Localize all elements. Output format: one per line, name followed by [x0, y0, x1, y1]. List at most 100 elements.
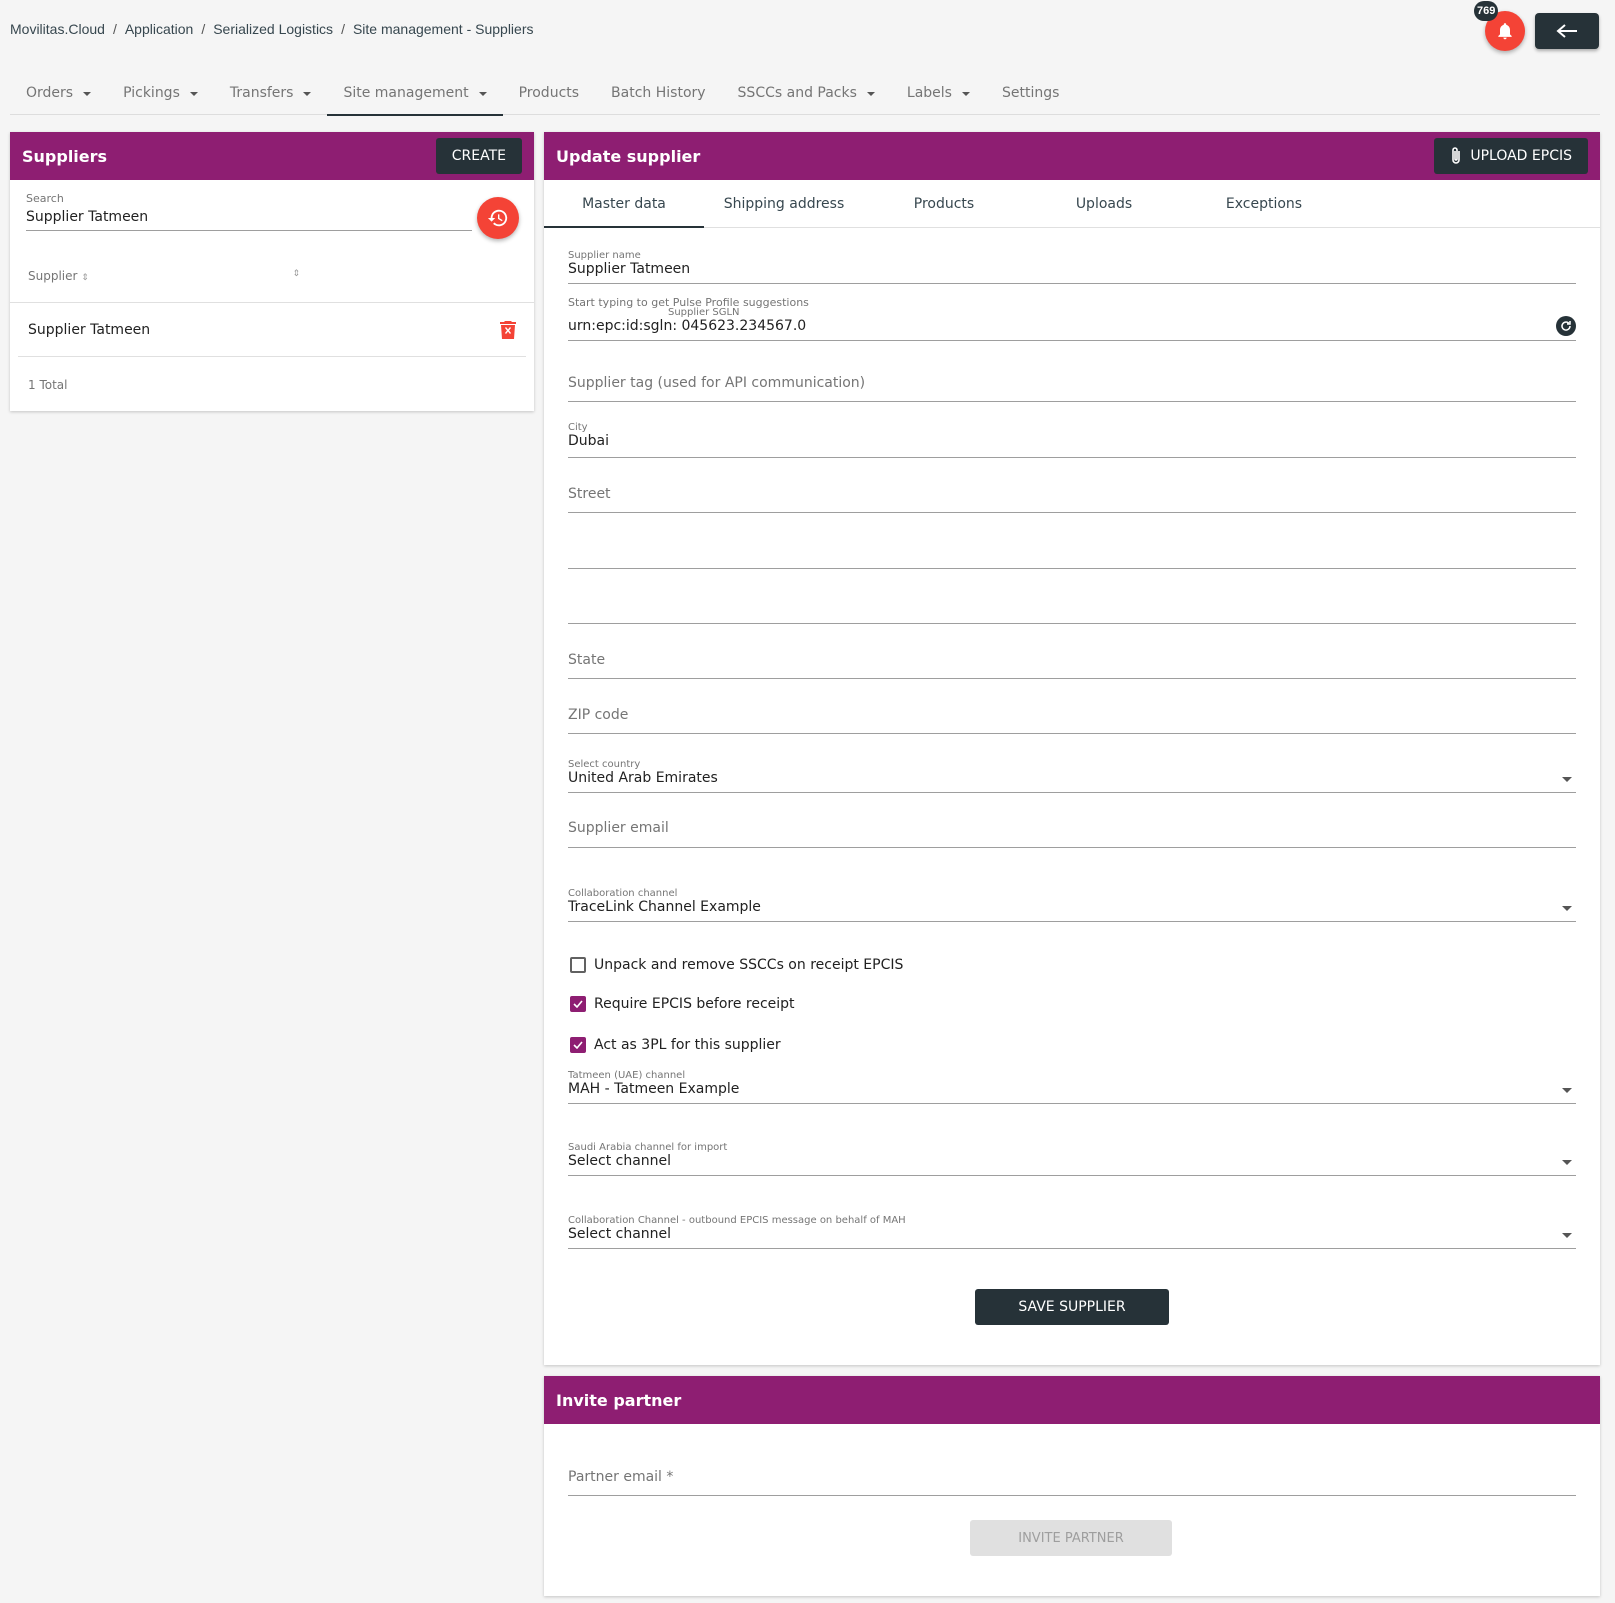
- main-nav: Orders Pickings Transfers Site managemen…: [10, 70, 1600, 116]
- saudi-channel-select[interactable]: Saudi Arabia channel for import Select c…: [568, 1142, 1576, 1176]
- act-as-3pl-checkbox[interactable]: Act as 3PL for this supplier: [570, 1037, 781, 1053]
- nav-pickings[interactable]: Pickings: [107, 70, 214, 115]
- tatmeen-channel-label: Tatmeen (UAE) channel: [568, 1070, 686, 1081]
- supplier-sgln-label: Supplier SGLN: [668, 307, 740, 318]
- street-placeholder: Street: [568, 486, 611, 502]
- require-epcis-checkbox[interactable]: Require EPCIS before receipt: [570, 996, 795, 1012]
- refresh-icon[interactable]: [1556, 316, 1576, 336]
- table-row[interactable]: Supplier Tatmeen: [10, 303, 534, 357]
- supplier-name-field[interactable]: Supplier name Supplier Tatmeen: [568, 250, 1576, 284]
- saudi-channel-value: Select channel: [568, 1153, 672, 1169]
- checkbox-checked-icon: [570, 996, 586, 1012]
- create-button[interactable]: CREATE: [435, 138, 522, 174]
- outbound-channel-select[interactable]: Collaboration Channel - outbound EPCIS m…: [568, 1215, 1576, 1249]
- breadcrumb-separator: /: [341, 21, 345, 37]
- tab-shipping-address[interactable]: Shipping address: [704, 180, 864, 227]
- delete-icon[interactable]: [500, 321, 516, 339]
- street-line-3-input[interactable]: [568, 592, 1576, 624]
- partner-email-input[interactable]: Partner email *: [568, 1464, 1576, 1496]
- street-line-2-input[interactable]: [568, 537, 1576, 569]
- back-button[interactable]: [1535, 13, 1599, 49]
- caret-down-icon: [189, 91, 198, 96]
- checkbox-checked-icon: [570, 1037, 586, 1053]
- nav-products[interactable]: Products: [503, 70, 595, 115]
- supplier-tag-placeholder: Supplier tag (used for API communication…: [568, 375, 866, 391]
- invite-partner-header: Invite partner: [544, 1376, 1600, 1424]
- notification-count-badge: 769: [1474, 1, 1499, 21]
- reset-search-button[interactable]: [477, 197, 519, 239]
- tab-uploads[interactable]: Uploads: [1024, 180, 1184, 227]
- tatmeen-channel-select[interactable]: Tatmeen (UAE) channel MAH - Tatmeen Exam…: [568, 1070, 1576, 1104]
- save-supplier-button[interactable]: SAVE SUPPLIER: [975, 1289, 1169, 1325]
- paperclip-icon: [1452, 147, 1461, 164]
- city-value: Dubai: [568, 433, 610, 449]
- dropdown-arrow-icon: [1562, 1088, 1572, 1093]
- breadcrumb-item[interactable]: Movilitas.Cloud: [10, 21, 105, 37]
- caret-down-icon: [866, 91, 875, 96]
- zip-code-input[interactable]: ZIP code: [568, 702, 1576, 734]
- caret-down-icon: [961, 91, 970, 96]
- city-field[interactable]: City Dubai: [568, 422, 1576, 458]
- supplier-sgln-field[interactable]: Supplier SGLN urn:epc:id:sgln: 045623.23…: [568, 307, 1576, 341]
- state-placeholder: State: [568, 652, 606, 668]
- collaboration-channel-label: Collaboration channel: [568, 888, 678, 899]
- nav-label: Orders: [26, 84, 74, 101]
- upload-epcis-button[interactable]: UPLOAD EPCIS: [1434, 138, 1588, 174]
- nav-orders[interactable]: Orders: [10, 70, 107, 115]
- checkbox-label: Act as 3PL for this supplier: [594, 1037, 781, 1053]
- caret-down-icon: [83, 91, 92, 96]
- country-label: Select country: [568, 759, 641, 770]
- upload-epcis-label: UPLOAD EPCIS: [1470, 148, 1572, 164]
- search-input[interactable]: Search Supplier Tatmeen: [26, 192, 472, 231]
- nav-label: Settings: [1001, 84, 1060, 101]
- breadcrumb-separator: /: [201, 21, 206, 37]
- country-select[interactable]: Select country United Arab Emirates: [568, 759, 1576, 793]
- breadcrumb-item[interactable]: Serialized Logistics: [213, 21, 333, 37]
- tab-master-data[interactable]: Master data: [544, 180, 704, 228]
- search-label: Search: [26, 192, 64, 205]
- nav-ssccs-and-packs[interactable]: SSCCs and Packs: [722, 70, 891, 115]
- nav-settings[interactable]: Settings: [986, 70, 1075, 115]
- invite-partner-button[interactable]: INVITE PARTNER: [970, 1520, 1172, 1556]
- dropdown-arrow-icon: [1562, 1233, 1572, 1238]
- supplier-tabs: Master data Shipping address Products Up…: [544, 180, 1600, 228]
- nav-label: Site management: [343, 84, 469, 101]
- breadcrumb-item[interactable]: Application: [125, 21, 194, 37]
- checkbox-icon: [570, 957, 586, 973]
- supplier-email-placeholder: Supplier email: [568, 820, 669, 836]
- supplier-tag-input[interactable]: Supplier tag (used for API communication…: [568, 370, 1576, 402]
- partner-email-placeholder: Partner email *: [568, 1469, 674, 1485]
- supplier-email-input[interactable]: Supplier email: [568, 812, 1576, 848]
- column-label: Supplier: [28, 269, 78, 283]
- collaboration-channel-select[interactable]: Collaboration channel TraceLink Channel …: [568, 888, 1576, 922]
- bell-icon: [1498, 23, 1512, 40]
- checkbox-label: Require EPCIS before receipt: [594, 996, 795, 1012]
- outbound-channel-label: Collaboration Channel - outbound EPCIS m…: [568, 1215, 906, 1226]
- collaboration-channel-value: TraceLink Channel Example: [568, 899, 761, 915]
- supplier-column-header[interactable]: Supplier ⇕ ⇕: [28, 269, 300, 283]
- suppliers-header: Suppliers CREATE: [10, 132, 534, 180]
- state-input[interactable]: State: [568, 647, 1576, 679]
- caret-down-icon: [478, 91, 487, 96]
- street-input[interactable]: Street: [568, 480, 1576, 513]
- tab-products[interactable]: Products: [864, 180, 1024, 227]
- supplier-sgln-value: urn:epc:id:sgln: 045623.234567.0: [568, 318, 807, 334]
- checkbox-label: Unpack and remove SSCCs on receipt EPCIS: [594, 957, 904, 973]
- invite-partner-title: Invite partner: [556, 1390, 682, 1410]
- nav-transfers[interactable]: Transfers: [214, 70, 328, 115]
- breadcrumb: Movilitas.Cloud / Application / Serializ…: [10, 21, 534, 37]
- update-supplier-header: Update supplier UPLOAD EPCIS: [544, 132, 1600, 180]
- nav-label: SSCCs and Packs: [737, 84, 857, 101]
- country-value: United Arab Emirates: [568, 770, 718, 786]
- sort-icon: ⇕: [292, 269, 300, 279]
- unpack-sscc-checkbox[interactable]: Unpack and remove SSCCs on receipt EPCIS: [570, 957, 903, 973]
- supplier-name-value: Supplier Tatmeen: [568, 261, 691, 277]
- zip-code-placeholder: ZIP code: [568, 707, 629, 723]
- breadcrumb-separator: /: [112, 21, 117, 37]
- update-supplier-panel: Update supplier UPLOAD EPCIS Master data…: [544, 132, 1600, 1365]
- nav-labels[interactable]: Labels: [891, 70, 986, 115]
- tab-exceptions[interactable]: Exceptions: [1184, 180, 1344, 227]
- nav-site-management[interactable]: Site management: [327, 70, 503, 116]
- nav-batch-history[interactable]: Batch History: [595, 70, 722, 115]
- nav-label: Transfers: [229, 84, 294, 101]
